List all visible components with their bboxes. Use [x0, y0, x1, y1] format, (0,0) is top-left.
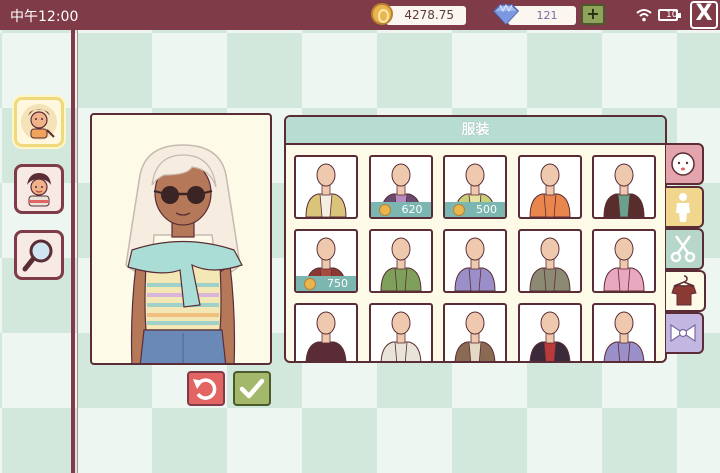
mannequin-thumbnail [380, 311, 421, 361]
mannequin-thumbnail [379, 237, 422, 291]
coin-balance: 4278.75 [386, 6, 466, 25]
battery-level: 10 [666, 10, 678, 20]
bow-icon [670, 323, 696, 343]
body-icon [676, 193, 690, 222]
check-icon [239, 378, 265, 399]
clock: 中午12:00 [10, 9, 79, 25]
mannequin-thumbnail [603, 237, 645, 291]
tab-body[interactable] [666, 186, 704, 228]
tab-hair[interactable] [666, 228, 704, 270]
left-divider [71, 30, 75, 473]
hanger-shirt-icon [671, 275, 697, 306]
clothing-item[interactable] [517, 155, 582, 219]
mannequin-thumbnail [603, 163, 645, 217]
left-divider-inner [77, 30, 78, 473]
mannequin-thumbnail [528, 237, 571, 291]
tab-accessories[interactable] [666, 312, 704, 354]
mannequin-thumbnail [454, 311, 496, 361]
battery-icon: 10 [658, 9, 681, 21]
clothing-item[interactable] [294, 303, 358, 361]
scissors-icon [670, 235, 696, 263]
close-button[interactable]: X [690, 1, 718, 29]
tab-clothing[interactable] [666, 270, 706, 312]
status-bar: 中午12:00 4278.75 121 + 10 X [0, 0, 720, 30]
clothing-item[interactable] [592, 303, 656, 361]
character-preview [90, 113, 272, 365]
clothing-item[interactable] [517, 229, 582, 293]
clothing-grid: 620 500 750 [294, 155, 664, 361]
wifi-icon [636, 9, 652, 22]
clothing-item[interactable] [368, 303, 433, 361]
character-figure [125, 144, 243, 363]
clothing-item[interactable] [443, 229, 507, 293]
tab-face[interactable] [666, 143, 704, 185]
wardrobe-panel: 服装 620 500 750 [284, 115, 667, 363]
magnifier-icon [22, 239, 53, 272]
sidebar-item-search[interactable] [14, 230, 64, 280]
boy-avatar-icon [27, 173, 51, 207]
clothing-item[interactable]: 620 [368, 155, 433, 219]
mannequin-thumbnail [305, 311, 347, 361]
item-price: 620 [370, 202, 431, 217]
panel-title: 服装 [286, 117, 665, 145]
undo-icon [193, 378, 217, 400]
clothing-item[interactable] [443, 303, 507, 361]
mannequin-thumbnail [603, 311, 645, 361]
item-price: 750 [296, 276, 356, 291]
confirm-button[interactable] [233, 371, 271, 406]
sidebar-item-dress-up[interactable] [14, 97, 64, 147]
diamond-icon [492, 3, 520, 25]
clothing-item[interactable] [368, 229, 433, 293]
clothing-item[interactable]: 500 [443, 155, 507, 219]
face-icon [671, 152, 695, 176]
clothing-item[interactable] [592, 155, 656, 219]
clothing-item[interactable] [517, 303, 582, 361]
add-gems-button[interactable]: + [581, 4, 605, 25]
mannequin-thumbnail [529, 311, 570, 361]
reset-button[interactable] [187, 371, 225, 406]
mannequin-thumbnail [305, 163, 347, 217]
item-price: 500 [445, 202, 505, 217]
clothing-item[interactable] [592, 229, 656, 293]
mannequin-thumbnail [454, 237, 496, 291]
coin-icon [371, 3, 393, 25]
clothing-item[interactable]: 750 [294, 229, 358, 293]
mannequin-thumbnail [528, 163, 571, 217]
sidebar-item-characters[interactable] [14, 164, 64, 214]
character-avatar-icon [21, 104, 57, 140]
clothing-item[interactable] [294, 155, 358, 219]
